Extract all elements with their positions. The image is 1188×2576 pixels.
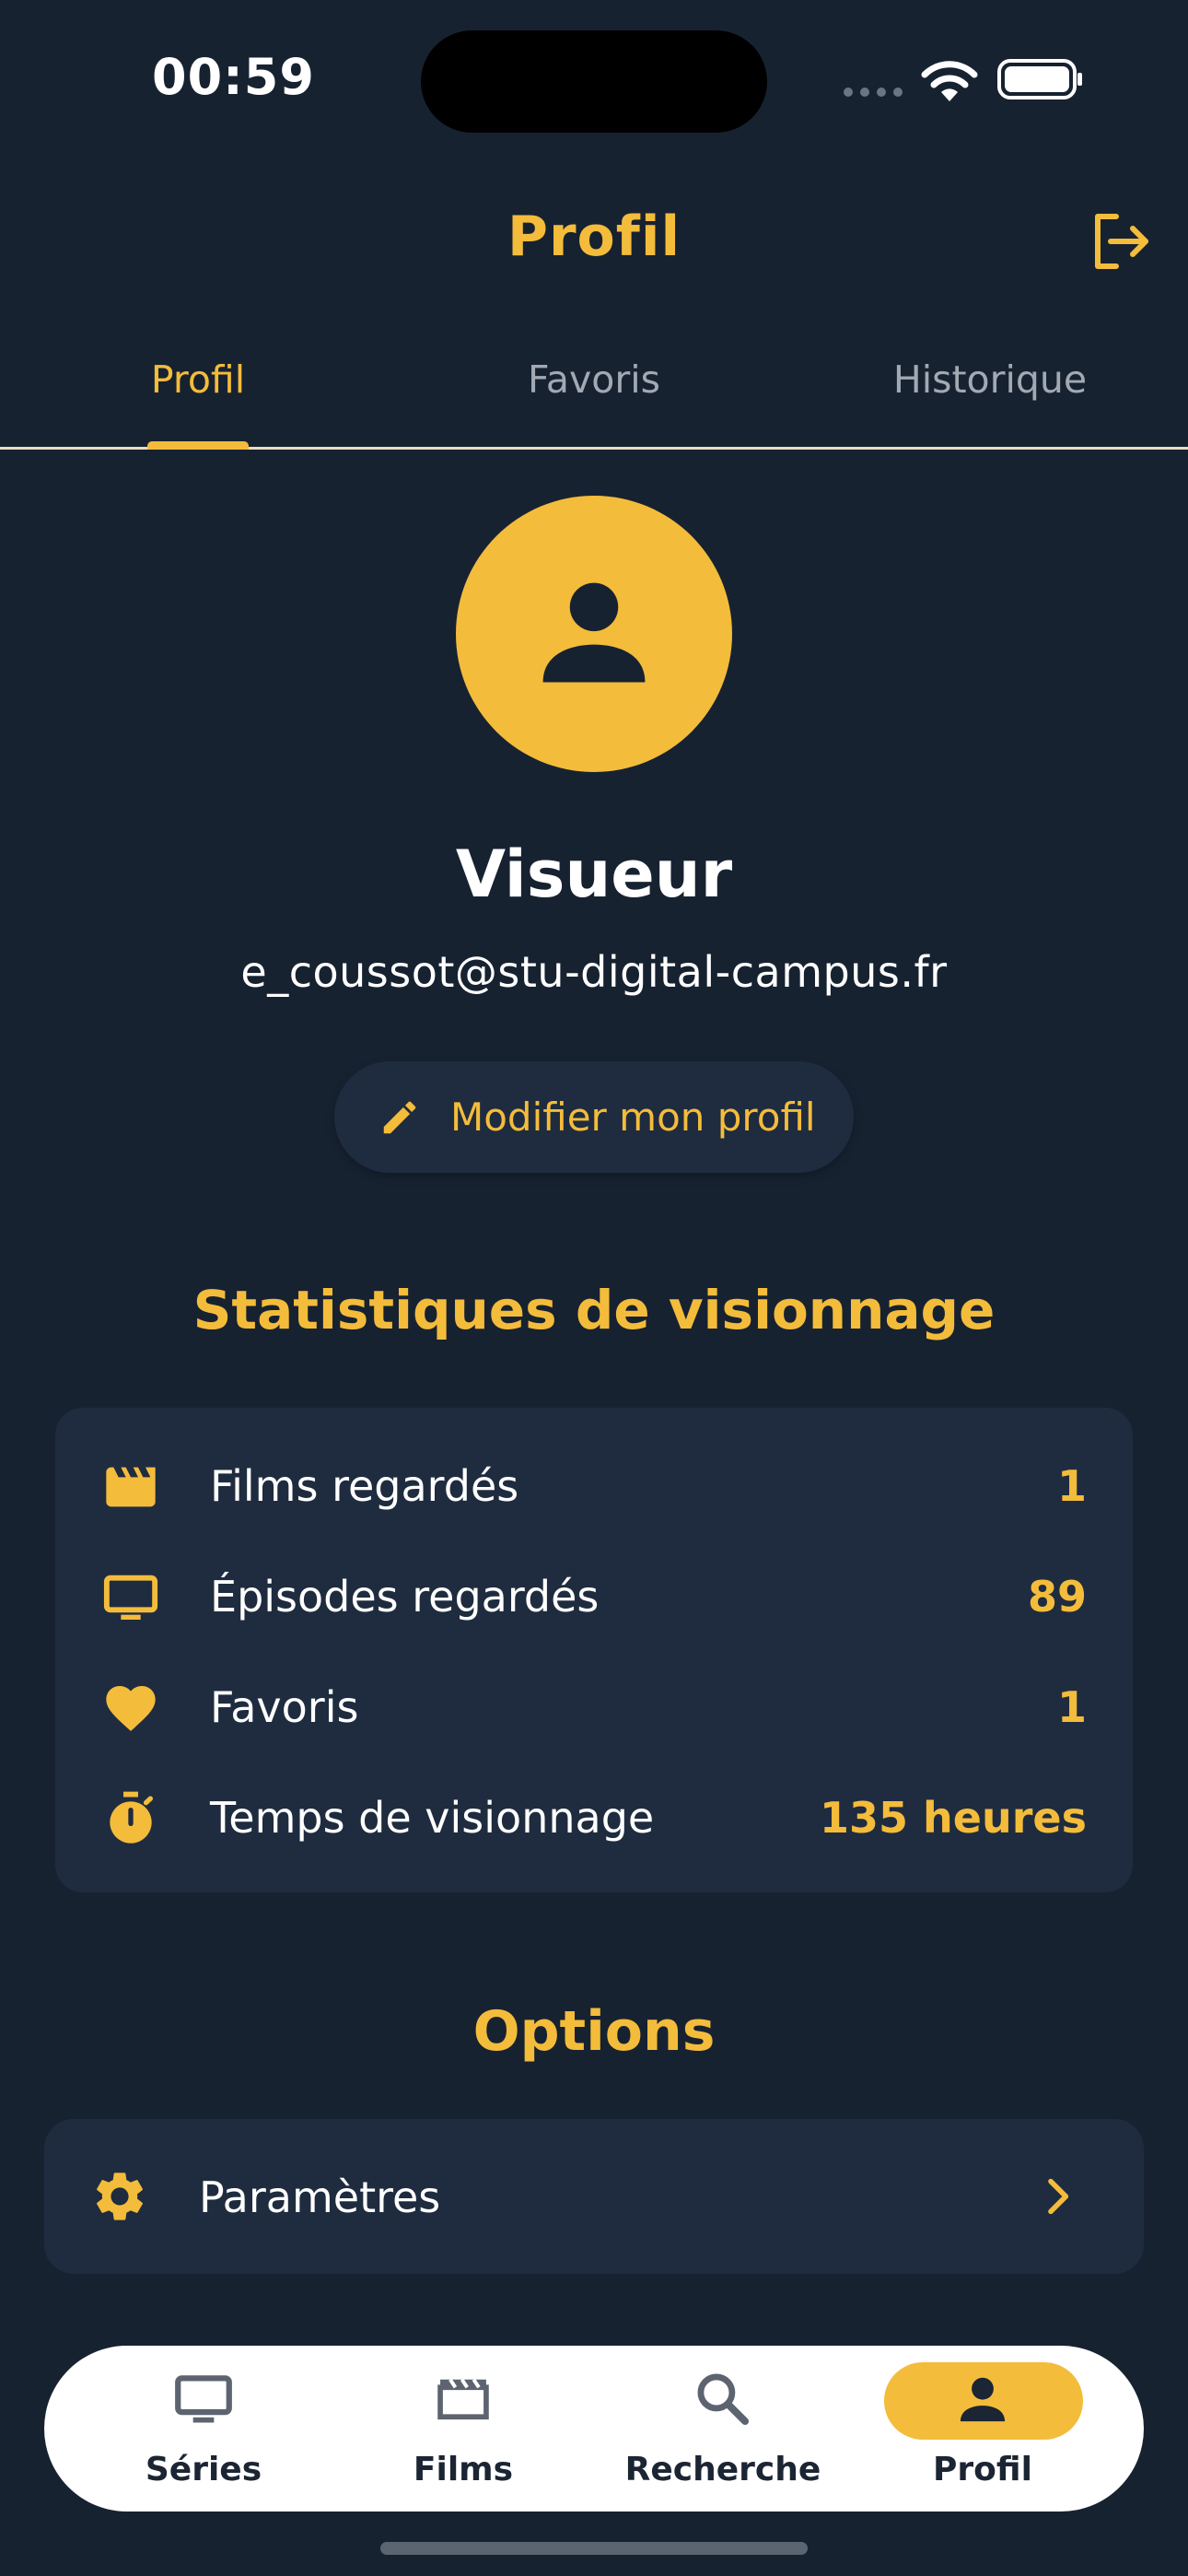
nav-label: Films <box>413 2451 514 2488</box>
clapperboard-icon <box>106 1467 156 1507</box>
battery-icon <box>997 59 1082 100</box>
tv-icon <box>175 2375 232 2423</box>
nav-item-films[interactable]: Films <box>333 2346 593 2512</box>
stats-card: Films regardés 1 Épisodes regardés 89 Fa… <box>55 1408 1133 1892</box>
edit-profile-button[interactable]: Modifier mon profil <box>334 1061 854 1173</box>
stat-label: Temps de visionnage <box>210 1793 655 1843</box>
settings-label: Paramètres <box>199 2172 441 2222</box>
nav-item-series[interactable]: Séries <box>74 2346 333 2512</box>
profile-name: Visueur <box>455 837 733 912</box>
nav-label: Séries <box>145 2451 262 2488</box>
tv-icon <box>103 1575 158 1620</box>
nav-label: Recherche <box>624 2451 821 2488</box>
clapperboard-icon <box>437 2378 489 2420</box>
timer-icon <box>110 1791 153 1844</box>
heart-icon <box>106 1686 156 1731</box>
person-icon <box>960 2377 1006 2422</box>
search-icon <box>697 2373 750 2426</box>
pencil-icon <box>383 1101 416 1134</box>
stat-row-films: Films regardés 1 <box>55 1439 1133 1531</box>
dynamic-island <box>421 30 767 133</box>
nav-item-recherche[interactable]: Recherche <box>593 2346 853 2512</box>
stat-row-favoris: Favoris 1 <box>55 1660 1133 1752</box>
settings-row[interactable]: Paramètres <box>44 2119 1144 2274</box>
stats-title: Statistiques de visionnage <box>192 1279 996 1341</box>
page-title: Profil <box>507 205 681 269</box>
tab-historique[interactable]: Historique <box>792 357 1188 402</box>
bottom-nav: Séries Films Recherche Profil <box>44 2346 1144 2512</box>
stat-value: 135 heures <box>820 1793 1087 1843</box>
stat-row-episodes: Épisodes regardés 89 <box>55 1550 1133 1642</box>
tab-profil[interactable]: Profil <box>0 357 396 402</box>
profile-email: e_coussot@stu-digital-campus.fr <box>240 947 948 997</box>
edit-profile-label: Modifier mon profil <box>450 1095 816 1140</box>
wifi-icon <box>921 61 978 101</box>
chevron-right-icon <box>1048 2178 1069 2215</box>
stat-label: Épisodes regardés <box>210 1572 600 1622</box>
stat-value: 89 <box>1027 1572 1087 1622</box>
home-indicator <box>380 2542 808 2555</box>
tab-indicator <box>147 441 249 450</box>
stat-value: 1 <box>1056 1461 1087 1511</box>
stat-label: Films regardés <box>210 1461 519 1511</box>
cellular-signal-icon <box>844 88 903 97</box>
gear-icon <box>97 2172 143 2220</box>
options-title: Options <box>472 1999 716 2064</box>
avatar <box>456 496 732 772</box>
logout-icon[interactable] <box>1089 209 1153 274</box>
nav-label: Profil <box>933 2451 1032 2488</box>
stat-row-temps: Temps de visionnage 135 heures <box>55 1771 1133 1863</box>
tab-favoris[interactable]: Favoris <box>396 357 792 402</box>
person-icon <box>542 582 646 683</box>
status-time: 00:59 <box>152 48 315 106</box>
stat-label: Favoris <box>210 1682 359 1732</box>
nav-item-profil[interactable]: Profil <box>853 2346 1112 2512</box>
stat-value: 1 <box>1056 1682 1087 1732</box>
